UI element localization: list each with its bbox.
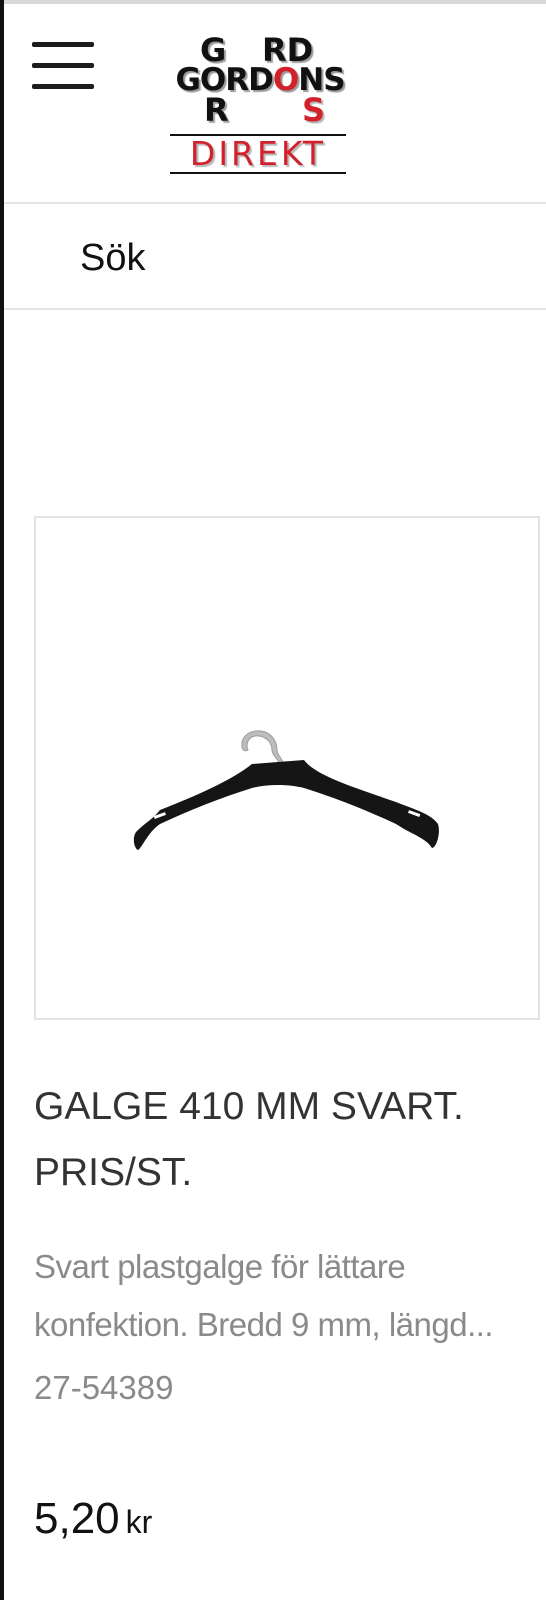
price-currency: kr	[125, 1504, 153, 1540]
product-price: 5,20 kr	[34, 1492, 152, 1549]
menu-line	[32, 63, 94, 68]
logo-letter: RD	[225, 62, 274, 98]
search-label[interactable]: Sök	[80, 236, 145, 280]
logo-letter: S	[302, 91, 326, 129]
clothes-hanger-image	[133, 730, 439, 850]
hamburger-menu-icon[interactable]	[32, 42, 94, 96]
product-image[interactable]	[34, 516, 540, 1020]
search-bar[interactable]: Sök	[4, 204, 546, 310]
product-description: Svart plastgalge för lättare konfektion.…	[34, 1248, 494, 1343]
logo-letter: G	[175, 62, 200, 98]
site-header: G RD GORDONS R S DIREKT	[4, 4, 546, 204]
product-sku: 27-54389	[34, 1369, 174, 1406]
logo-rule	[170, 172, 346, 174]
menu-line	[32, 42, 94, 47]
brand-logo[interactable]: G RD GORDONS R S DIREKT	[164, 24, 356, 184]
logo-letter: R	[204, 91, 229, 129]
logo-wordmark: GORDONS	[164, 64, 356, 96]
product-title[interactable]: GALGE 410 MM SVART. PRIS/ST.	[34, 1074, 534, 1206]
logo-letter: O	[272, 62, 299, 98]
price-amount: 5,20	[34, 1494, 120, 1543]
menu-line	[32, 84, 94, 89]
logo-subtitle: DIREKT	[189, 134, 327, 173]
